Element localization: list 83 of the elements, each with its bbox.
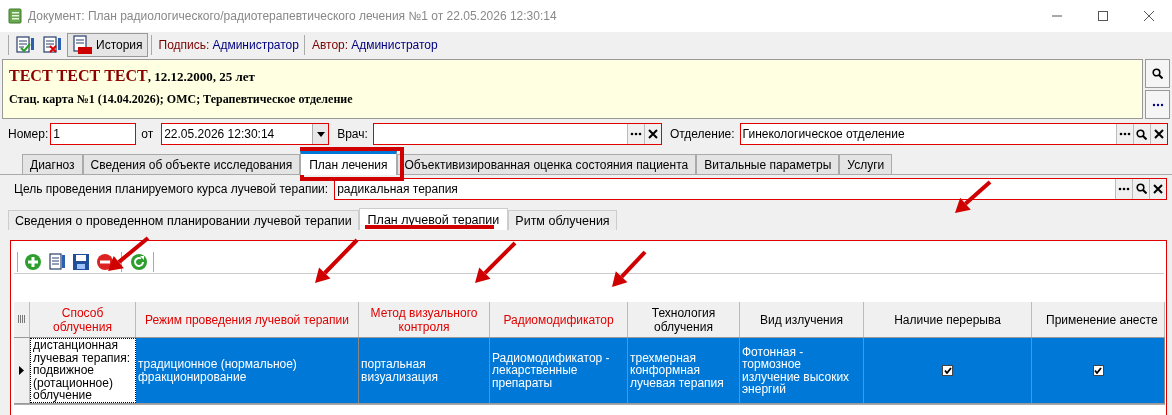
ellipsis-icon [1118, 132, 1131, 136]
document-cross-icon [42, 35, 62, 55]
document-check-icon [15, 35, 35, 55]
checkbox[interactable] [1092, 365, 1104, 376]
dropdown-button[interactable] [312, 124, 329, 144]
row-pointer-icon [19, 366, 24, 375]
tab[interactable]: Сведения об объекте исследования [82, 154, 301, 174]
patient-name: ТЕСТ ТЕСТ ТЕСТ [9, 66, 148, 86]
refresh-icon [130, 252, 148, 271]
column-header[interactable]: Режим проведения лучевой терапии [136, 302, 359, 337]
ellipsis-icon [1151, 102, 1164, 107]
department-field[interactable]: Гинекологическое отделение [739, 123, 1168, 145]
close-icon [1142, 10, 1156, 22]
table-cell: Радиомодификатор - лекарственные препараты [490, 338, 628, 403]
check-icon [943, 367, 952, 374]
department-label: Отделение: [669, 126, 735, 143]
close-icon [1153, 129, 1164, 139]
subtab[interactable]: Ритм облучения [508, 210, 617, 230]
document-lines-icon [48, 252, 66, 271]
select-button[interactable] [1115, 124, 1133, 144]
column-header[interactable]: Радиомодификатор [490, 302, 628, 337]
column-header[interactable]: Применение анесте [1032, 302, 1165, 337]
table-cell: портальная визуализация [359, 338, 490, 403]
subtab[interactable]: Сведения о проведенном планировании лучевой терапии [8, 210, 359, 230]
clear-button[interactable] [1149, 178, 1166, 199]
author-label: Автор: [311, 37, 349, 54]
annotation-arrow [315, 238, 359, 283]
number-field[interactable]: 1 [50, 123, 137, 145]
ellipsis-icon [1118, 186, 1130, 191]
save-button[interactable] [71, 251, 91, 272]
search-icon [1152, 68, 1163, 79]
search-icon [1135, 183, 1147, 194]
annotation-arrow [612, 250, 647, 287]
history-button[interactable]: История [67, 33, 148, 57]
search-button[interactable] [1132, 178, 1149, 199]
close-icon [1153, 183, 1163, 194]
doctor-field[interactable] [372, 123, 662, 145]
ellipsis-icon [629, 132, 642, 136]
date-field[interactable]: 22.05.2026 12:30:14 [161, 123, 330, 145]
annotation-arrow [955, 180, 992, 213]
log-document-icon [72, 35, 92, 55]
tab[interactable]: Диагноз [22, 154, 83, 174]
search-button[interactable] [1145, 59, 1170, 88]
admission-text: Стац. карта №1 (14.04.2026); ОМС; Терапевтическое отделение [9, 91, 354, 108]
add-button[interactable] [23, 251, 43, 272]
check-icon [1094, 367, 1102, 374]
tab[interactable]: Объективизированная оценка состояния пациента [396, 154, 697, 174]
caret-down-icon [316, 131, 325, 137]
goal-field[interactable]: радикальная терапия [334, 177, 1167, 200]
patient-details: , 12.12.2000, 25 лет [147, 68, 255, 86]
table-cell: трехмерная конформная лучевая терапия [628, 338, 740, 403]
annotation-arrow [475, 241, 517, 283]
document-icon [8, 8, 22, 24]
edit-button[interactable] [47, 251, 67, 272]
tab[interactable]: Витальные параметры [696, 154, 840, 174]
table-cell: дистанционная лучевая терапия: подвижное (ротационное) облучение [30, 338, 136, 403]
goal-label: Цель проведения планируемого курса лучевой терапии: [14, 180, 329, 198]
table-cell: традиционное (нормальное) фракционирование [136, 338, 359, 403]
close-icon [647, 129, 658, 139]
search-icon [1136, 128, 1148, 140]
column-header[interactable]: Метод визуального контроля [359, 302, 490, 337]
doctor-label: Врач: [337, 126, 368, 143]
tab[interactable]: Услуги [839, 154, 893, 174]
maximize-icon [1096, 10, 1110, 22]
window-title: Документ: План радиологического/радиотерапевтического лечения №1 от 22.05.2026 12:30:14 [28, 8, 557, 25]
checkbox[interactable] [942, 365, 953, 376]
author-value: Администратор [351, 37, 438, 54]
column-chooser-icon[interactable] [18, 315, 25, 324]
date-label: от [141, 126, 154, 143]
refresh-button[interactable] [129, 251, 149, 272]
annotation-arrow [108, 236, 150, 271]
column-header[interactable]: Способ облучения [30, 302, 136, 337]
select-button[interactable] [1115, 178, 1132, 199]
column-header[interactable]: Вид излучения [740, 302, 864, 337]
column-header[interactable]: Наличие перерыва [864, 302, 1032, 337]
signature-label: Подпись: [158, 37, 210, 54]
tab[interactable]: План лечения [300, 151, 397, 175]
plus-icon [24, 252, 42, 271]
signature-value: Администратор [212, 37, 299, 54]
number-label: Номер: [8, 126, 49, 143]
select-button[interactable] [626, 124, 644, 144]
column-header[interactable]: Технология облучения [628, 302, 740, 337]
table-cell: Фотонная - тормозное излучение высоких энергий [740, 338, 864, 403]
